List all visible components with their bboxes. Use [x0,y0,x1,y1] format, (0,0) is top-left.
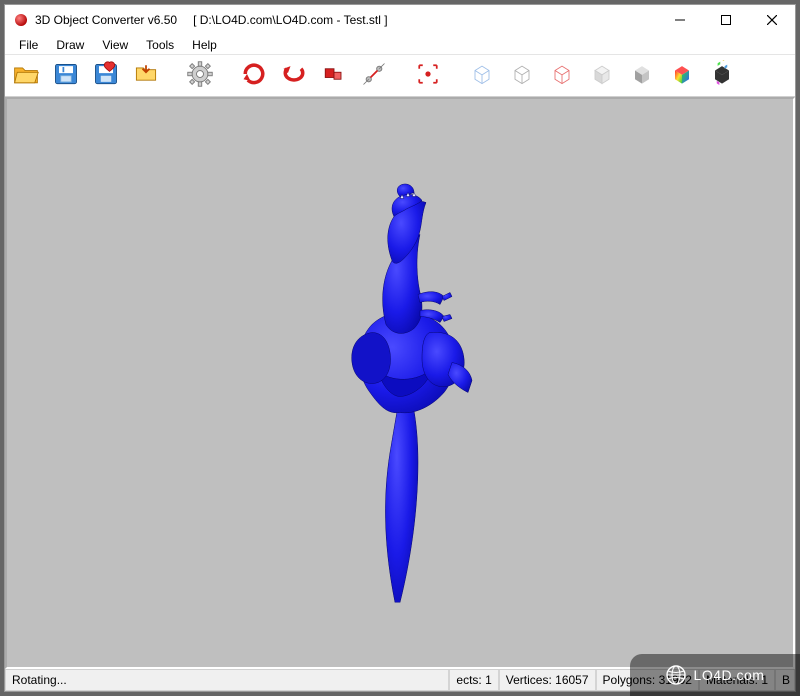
window-path: [ D:\LO4D.com\LO4D.com - Test.stl ] [193,13,388,27]
menu-help[interactable]: Help [184,36,225,54]
window-title: 3D Object Converter v6.50 [35,13,177,27]
open-button[interactable] [9,59,43,93]
solid-box-button[interactable] [585,59,619,93]
color-box-icon [668,60,696,91]
menubar: File Draw View Tools Help [5,35,795,55]
wireframe-box-red-button[interactable] [545,59,579,93]
minimize-button[interactable] [657,5,703,35]
status-vertices: Vertices: 16057 [499,670,596,691]
status-polygons: Polygons: 31902 [596,670,699,691]
wireframe-box-button[interactable] [465,59,499,93]
status-left: Rotating... [5,670,449,691]
save-button[interactable] [49,59,83,93]
menu-view[interactable]: View [94,36,136,54]
viewport[interactable] [5,97,795,669]
close-button[interactable] [749,5,795,35]
folder-arrow-button[interactable] [129,59,163,93]
status-objects: ects: 1 [449,670,498,691]
save-icon [52,60,80,91]
rotate-y-button[interactable] [277,59,311,93]
status-tail: B [775,670,795,691]
save-favorite-icon [92,60,120,91]
menu-file[interactable]: File [11,36,46,54]
status-materials: Materials: 1 [699,670,775,691]
rotate-x-button[interactable] [237,59,271,93]
settings-gear-icon [186,60,214,91]
solid-box-icon [588,60,616,91]
wireframe-box-alt-button[interactable] [505,59,539,93]
rotate-z-icon [320,60,348,91]
wireframe-box-alt-icon [508,60,536,91]
menu-draw[interactable]: Draw [48,36,92,54]
wireframe-box-red-icon [548,60,576,91]
model-object [300,183,500,606]
rotate-y-icon [280,60,308,91]
titlebar: 3D Object Converter v6.50 [ D:\LO4D.com\… [5,5,795,35]
rotate-x-icon [240,60,268,91]
axis-button[interactable] [357,59,391,93]
shaded-box-button[interactable] [625,59,659,93]
bounds-toggle-button[interactable] [411,59,445,93]
checker-box-button[interactable] [705,59,739,93]
toolbar [5,55,795,97]
bounds-toggle-icon [414,60,442,91]
settings-button[interactable] [183,59,217,93]
rotate-z-button[interactable] [317,59,351,93]
statusbar: Rotating... ects: 1 Vertices: 16057 Poly… [5,669,795,691]
app-icon [13,12,29,28]
maximize-button[interactable] [703,5,749,35]
wireframe-box-icon [468,60,496,91]
folder-arrow-icon [132,60,160,91]
save-favorite-button[interactable] [89,59,123,93]
checker-box-icon [708,60,736,91]
color-box-button[interactable] [665,59,699,93]
axis-icon [360,60,388,91]
open-icon [12,60,40,91]
menu-tools[interactable]: Tools [138,36,182,54]
shaded-box-icon [628,60,656,91]
app-window: 3D Object Converter v6.50 [ D:\LO4D.com\… [4,4,796,692]
